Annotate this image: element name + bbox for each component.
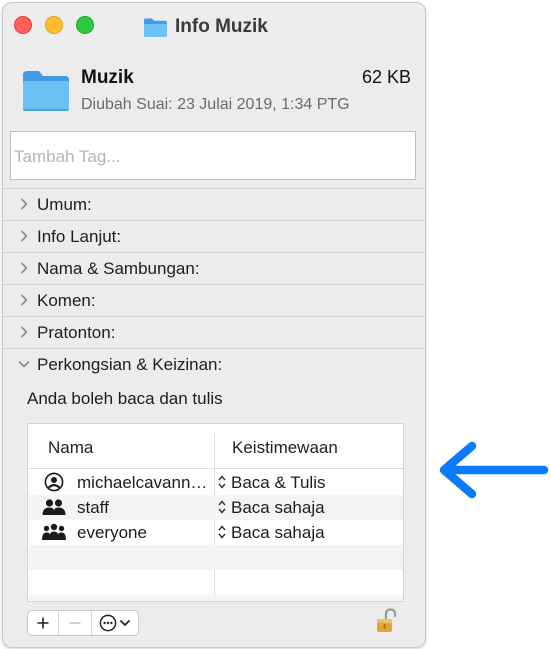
pointer-arrow-icon bbox=[439, 441, 549, 499]
add-user-button[interactable] bbox=[28, 611, 59, 635]
chevron-down-icon bbox=[18, 361, 30, 368]
column-header-name[interactable]: Nama bbox=[48, 438, 93, 458]
table-row[interactable]: staff Baca sahaja bbox=[28, 495, 403, 520]
section-perkongsian-keizinan[interactable]: Perkongsian & Keizinan: bbox=[3, 348, 425, 380]
folder-icon bbox=[23, 71, 69, 111]
user-name: michaelcavann… bbox=[77, 473, 208, 492]
table-rows: michaelcavann… Baca & Tulis staff Baca s… bbox=[28, 470, 403, 601]
modified-date: Diubah Suai: 23 Julai 2019, 1:34 PTG bbox=[81, 96, 350, 113]
permissions-table: Nama Keistimewaan michaelcavann… Baca & … bbox=[27, 423, 404, 602]
close-button[interactable] bbox=[14, 16, 32, 34]
group-icon bbox=[42, 499, 66, 515]
section-label: Komen: bbox=[37, 291, 96, 310]
tag-input[interactable] bbox=[10, 131, 416, 180]
minimize-button[interactable] bbox=[45, 16, 63, 34]
title-bar: Info Muzik bbox=[3, 3, 425, 49]
empty-row bbox=[28, 595, 403, 601]
popup-stepper-icon[interactable] bbox=[217, 499, 227, 515]
section-umum[interactable]: Umum: bbox=[3, 188, 425, 220]
section-label: Umum: bbox=[37, 195, 92, 214]
lock-icon[interactable] bbox=[375, 607, 399, 635]
remove-user-button[interactable] bbox=[59, 611, 92, 635]
zoom-button[interactable] bbox=[76, 16, 94, 34]
empty-row bbox=[28, 545, 403, 570]
chevron-right-icon bbox=[21, 230, 28, 242]
section-label: Pratonton: bbox=[37, 323, 116, 342]
table-header: Nama Keistimewaan bbox=[28, 424, 403, 469]
ellipsis-circle-icon bbox=[99, 614, 117, 632]
section-komen[interactable]: Komen: bbox=[3, 284, 425, 316]
popup-stepper-icon[interactable] bbox=[217, 474, 227, 490]
chevron-down-icon bbox=[120, 620, 130, 626]
plus-icon bbox=[37, 617, 49, 629]
popup-stepper-icon[interactable] bbox=[217, 524, 227, 540]
section-nama-sambungan[interactable]: Nama & Sambungan: bbox=[3, 252, 425, 284]
file-size: 62 KB bbox=[361, 67, 411, 87]
minus-icon bbox=[69, 622, 81, 624]
chevron-right-icon bbox=[21, 198, 28, 210]
folder-icon bbox=[144, 18, 167, 37]
section-label: Info Lanjut: bbox=[37, 227, 122, 246]
chevron-right-icon bbox=[21, 294, 28, 306]
action-menu-button[interactable] bbox=[92, 611, 138, 635]
user-name: everyone bbox=[77, 523, 147, 542]
permission-note: Anda boleh baca dan tulis bbox=[27, 389, 223, 408]
user-name: staff bbox=[77, 498, 109, 517]
privilege-value[interactable]: Baca sahaja bbox=[231, 498, 325, 518]
table-row[interactable]: michaelcavann… Baca & Tulis bbox=[28, 470, 403, 495]
window-title: Info Muzik bbox=[175, 16, 268, 37]
empty-row bbox=[28, 570, 403, 595]
privilege-value[interactable]: Baca & Tulis bbox=[231, 473, 326, 493]
info-sections: Umum: Info Lanjut: Nama & Sambungan: Kom… bbox=[3, 188, 425, 380]
privilege-value[interactable]: Baca sahaja bbox=[231, 523, 325, 543]
section-label: Nama & Sambungan: bbox=[37, 259, 200, 278]
section-info-lanjut[interactable]: Info Lanjut: bbox=[3, 220, 425, 252]
info-window: Info Muzik Muzik 62 KB Diubah Suai: 23 J… bbox=[2, 2, 426, 648]
section-label: Perkongsian & Keizinan: bbox=[37, 355, 223, 374]
permissions-toolbar bbox=[27, 610, 139, 636]
everyone-icon bbox=[42, 523, 66, 540]
column-header-privilege[interactable]: Keistimewaan bbox=[232, 438, 338, 458]
user-icon bbox=[44, 472, 64, 492]
file-name: Muzik bbox=[81, 67, 134, 88]
chevron-right-icon bbox=[21, 326, 28, 338]
section-pratonton[interactable]: Pratonton: bbox=[3, 316, 425, 348]
file-header: Muzik 62 KB Diubah Suai: 23 Julai 2019, … bbox=[3, 59, 425, 129]
chevron-right-icon bbox=[21, 262, 28, 274]
window-title-group: Info Muzik bbox=[143, 14, 268, 40]
table-row[interactable]: everyone Baca sahaja bbox=[28, 520, 403, 545]
